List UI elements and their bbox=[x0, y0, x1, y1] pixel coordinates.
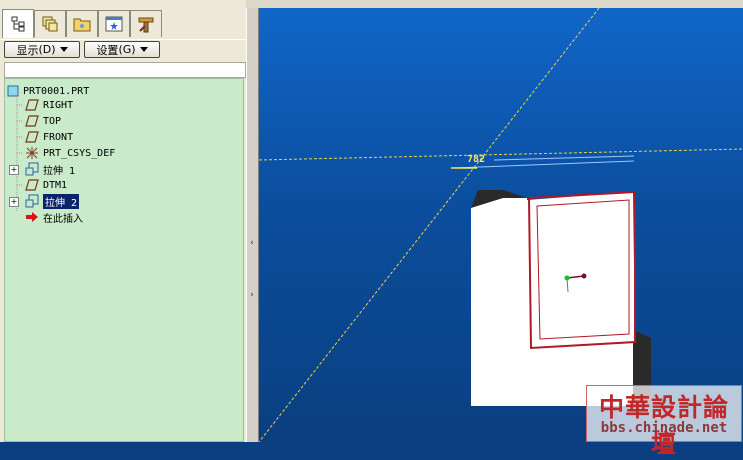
settings-button-key: (G) bbox=[118, 43, 136, 56]
tree-item-csys[interactable]: PRT_CSYS_DEF bbox=[25, 145, 115, 161]
tree-item-right[interactable]: RIGHT bbox=[25, 97, 73, 113]
layers-icon bbox=[42, 16, 58, 32]
folder-icon bbox=[73, 18, 91, 32]
extrude-icon bbox=[25, 194, 39, 208]
insert-here-icon bbox=[26, 212, 38, 222]
navigator-button-row: 显示 (D) 设置 (G) bbox=[0, 39, 246, 62]
tab-folder[interactable] bbox=[66, 10, 98, 37]
tree-item-label: 拉伸 1 bbox=[43, 165, 76, 177]
show-button-key: (D) bbox=[38, 43, 56, 56]
extrude-icon bbox=[25, 162, 39, 176]
csys-icon bbox=[26, 147, 38, 159]
navigator-tabs bbox=[2, 9, 246, 38]
tools-icon bbox=[138, 17, 154, 33]
expand-right-icon[interactable]: › bbox=[249, 288, 255, 302]
sketch-block-face[interactable] bbox=[527, 192, 635, 348]
show-dropdown-button[interactable]: 显示 (D) bbox=[4, 41, 80, 58]
datum-plane-icon bbox=[25, 115, 39, 127]
settings-button-label: 设置 bbox=[96, 43, 119, 57]
tree-item-label: DTM1 bbox=[43, 179, 68, 191]
datum-plane-icon bbox=[25, 179, 39, 191]
datum-plane-icon bbox=[25, 99, 39, 111]
navigator-panel: 显示 (D) 设置 (G) PRT0001.PRT RIGHT TOP FRONT bbox=[0, 0, 246, 442]
tree-item-insert-here[interactable]: 在此插入 bbox=[25, 209, 83, 225]
tree-item-label: FRONT bbox=[43, 131, 74, 143]
tree-item-label: 在此插入 bbox=[43, 213, 83, 225]
tree-item-label: 拉伸 2 bbox=[43, 193, 80, 209]
show-button-label: 显示 bbox=[16, 43, 39, 57]
tree-item-top[interactable]: TOP bbox=[25, 113, 61, 129]
tree-item-label: TOP bbox=[43, 115, 62, 127]
panel-splitter[interactable]: ‹ › bbox=[246, 8, 259, 442]
watermark-url: bbs.chinade.net bbox=[600, 420, 728, 436]
tab-model-tree[interactable] bbox=[2, 9, 34, 38]
tree-filter-input[interactable] bbox=[4, 62, 246, 78]
collapse-left-icon[interactable]: ‹ bbox=[249, 236, 255, 250]
tree-item-label: PRT_CSYS_DEF bbox=[43, 147, 116, 159]
tab-favorites[interactable] bbox=[98, 10, 130, 37]
model-tree: PRT0001.PRT RIGHT TOP FRONT PRT_CSYS_DEF… bbox=[4, 78, 244, 442]
model-upper-block-face bbox=[503, 198, 527, 330]
model-left-face bbox=[471, 198, 503, 406]
graphics-viewport[interactable]: 782 bbox=[259, 8, 743, 442]
settings-dropdown-button[interactable]: 设置 (G) bbox=[84, 41, 160, 58]
tree-item-front[interactable]: FRONT bbox=[25, 129, 73, 145]
tree-item-dtm1[interactable]: DTM1 bbox=[25, 177, 67, 193]
csys-x-marker bbox=[581, 273, 587, 279]
tree-item-extrude-2[interactable]: 拉伸 2 bbox=[25, 193, 80, 209]
chevron-down-icon bbox=[139, 47, 148, 52]
expand-toggle-extrude-2[interactable]: + bbox=[9, 197, 19, 207]
model-canvas[interactable]: 782 bbox=[259, 8, 743, 442]
tab-layers[interactable] bbox=[34, 10, 66, 37]
dimension-text[interactable]: 782 bbox=[467, 154, 485, 165]
dimension-extension bbox=[493, 155, 635, 161]
model-tree-icon bbox=[11, 16, 25, 32]
datum-plane-icon bbox=[25, 131, 39, 143]
tree-item-extrude-1[interactable]: 拉伸 1 bbox=[25, 161, 75, 177]
tree-item-label: RIGHT bbox=[43, 99, 74, 111]
chevron-down-icon bbox=[59, 47, 68, 52]
expand-toggle-extrude-1[interactable]: + bbox=[9, 165, 19, 175]
watermark: 中華設計論壇 bbs.chinade.net bbox=[586, 385, 742, 458]
favorites-icon bbox=[105, 16, 123, 32]
csys-origin bbox=[564, 275, 570, 281]
tab-tools[interactable] bbox=[130, 10, 162, 37]
datum-plane-line bbox=[259, 148, 743, 161]
